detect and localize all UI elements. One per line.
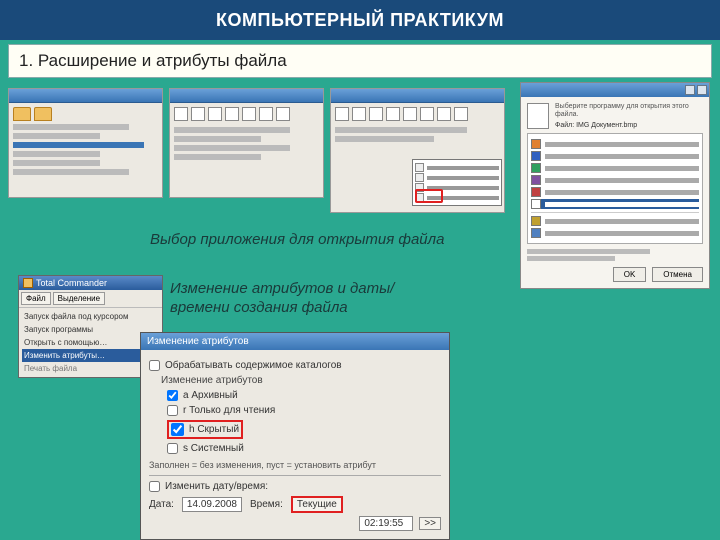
help-icon[interactable] — [685, 85, 695, 95]
caption-attributes: Изменение атрибутов и даты/времени созда… — [170, 280, 430, 318]
tc-title-text: Total Commander — [36, 278, 107, 288]
menu-item[interactable]: Запуск файла под курсором — [22, 310, 159, 323]
thumb2-titlebar — [170, 89, 323, 103]
ow-prompt: Выберите программу для открытия этого фа… — [555, 103, 703, 120]
app-icon — [531, 187, 541, 197]
cb-hidden[interactable] — [171, 423, 184, 436]
time-label: Время: — [250, 499, 283, 510]
app-icon — [531, 151, 541, 161]
cancel-button[interactable]: Отмена — [652, 267, 703, 282]
cb-readonly[interactable]: r Только для чтения — [167, 405, 441, 416]
app-icon — [531, 139, 541, 149]
task-heading: 1. Расширение и атрибуты файла — [8, 44, 712, 78]
slide-title-bar: КОМПЬЮТЕРНЫЙ ПРАКТИКУМ — [0, 0, 720, 40]
folder-icon — [34, 107, 52, 121]
file-icon — [454, 107, 468, 121]
thumb1-titlebar — [9, 89, 162, 103]
file-icon — [386, 107, 400, 121]
thumb-explorer-2 — [169, 88, 324, 198]
tc-menu: Файл Выделение — [19, 290, 162, 308]
file-icon — [225, 107, 239, 121]
time-field[interactable]: 02:19:55 — [359, 516, 413, 531]
file-icon — [369, 107, 383, 121]
program-list[interactable] — [527, 133, 703, 244]
file-icon — [420, 107, 434, 121]
menu-item-change-attrs[interactable]: Изменить атрибуты… — [22, 349, 159, 362]
menu-item[interactable]: Открыть с помощью… — [22, 336, 159, 349]
menu-item[interactable]: Запуск программы — [22, 323, 159, 336]
current-button[interactable]: Текущие — [291, 496, 343, 513]
attr-note: Заполнен = без изменения, пуст = установ… — [149, 460, 441, 470]
date-field[interactable]: 14.09.2008 — [182, 497, 242, 512]
tc-titlebar: Total Commander — [19, 276, 162, 290]
file-icon — [259, 107, 273, 121]
close-icon[interactable] — [697, 85, 707, 95]
app-icon — [415, 173, 424, 182]
app-icon — [531, 175, 541, 185]
attr-group-label: Изменение атрибутов — [161, 375, 441, 386]
slide-title: КОМПЬЮТЕРНЫЙ ПРАКТИКУМ — [216, 10, 504, 31]
separator — [149, 475, 441, 476]
tc-app-icon — [23, 278, 33, 288]
menu-selection[interactable]: Выделение — [53, 292, 105, 305]
cb-process-subfolders[interactable]: Обрабатывать содержимое каталогов — [149, 360, 441, 371]
cb-system[interactable]: s Системный — [167, 443, 441, 454]
thumb-explorer-1 — [8, 88, 163, 198]
app-icon — [531, 199, 541, 209]
open-with-dialog: Выберите программу для открытия этого фа… — [520, 82, 710, 289]
ok-button[interactable]: OK — [613, 267, 647, 282]
file-icon — [335, 107, 349, 121]
highlight-annotation — [415, 189, 443, 203]
context-submenu — [412, 159, 502, 206]
app-icon — [531, 216, 541, 226]
ow-titlebar — [521, 83, 709, 97]
file-icon — [191, 107, 205, 121]
thumb3-titlebar — [331, 89, 504, 103]
menu-item[interactable]: Печать файла — [22, 362, 159, 375]
app-icon — [531, 228, 541, 238]
highlight-hidden-attr: h Скрытый — [167, 420, 243, 439]
file-icon — [242, 107, 256, 121]
app-icon — [415, 163, 424, 172]
file-icon — [276, 107, 290, 121]
file-type-icon — [527, 103, 549, 129]
attributes-dialog: Изменение атрибутов Обрабатывать содержи… — [140, 332, 450, 540]
file-icon — [352, 107, 366, 121]
folder-icon — [13, 107, 31, 121]
task-text: 1. Расширение и атрибуты файла — [19, 51, 287, 70]
more-button[interactable]: >> — [419, 517, 441, 530]
attr-titlebar: Изменение атрибутов — [141, 333, 449, 350]
app-icon — [531, 163, 541, 173]
cb-change-datetime[interactable]: Изменить дату/время: — [149, 481, 441, 492]
file-icon — [403, 107, 417, 121]
file-icon — [174, 107, 188, 121]
ow-filename: Файл: IMG Документ.bmp — [555, 122, 703, 129]
menu-file[interactable]: Файл — [21, 292, 51, 305]
cb-archive[interactable]: a Архивный — [167, 390, 441, 401]
date-label: Дата: — [149, 499, 174, 510]
file-icon — [208, 107, 222, 121]
file-icon — [437, 107, 451, 121]
thumb-explorer-context — [330, 88, 505, 213]
